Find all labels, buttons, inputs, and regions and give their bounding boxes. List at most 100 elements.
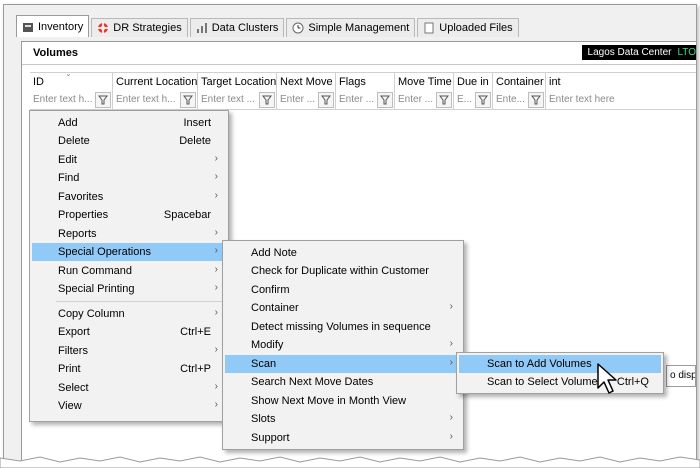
filter-icon[interactable] <box>259 92 275 108</box>
filter-icon[interactable] <box>475 92 491 108</box>
chevron-right-icon: › <box>449 338 453 349</box>
menu-item-label: Add Note <box>251 247 297 259</box>
tab-simple-management[interactable]: Simple Management <box>286 18 416 37</box>
menu-item-favorites[interactable]: Favorites › <box>32 188 226 206</box>
column-due-in[interactable]: Due in E... <box>454 73 493 109</box>
menu-item-print[interactable]: Print Ctrl+P <box>32 360 226 378</box>
column-header-label: Move Time <box>398 76 452 88</box>
menu-item-label: Special Operations <box>58 246 151 258</box>
chevron-right-icon: › <box>214 264 218 275</box>
tab-data-clusters[interactable]: Data Clusters <box>189 18 285 37</box>
menu-item-find[interactable]: Find › <box>32 169 226 187</box>
filter-icon[interactable] <box>95 92 111 108</box>
column-target-location[interactable]: Target Location Enter text ... <box>198 73 277 109</box>
column-header-label: Due in <box>457 76 489 88</box>
column-filter-input[interactable]: Ente... <box>496 94 525 105</box>
column-header-label: Target Location <box>201 76 277 88</box>
chevron-right-icon: › <box>214 245 218 256</box>
menu-item-delete[interactable]: Delete Delete <box>32 132 226 150</box>
filter-icon[interactable] <box>436 92 452 108</box>
menu-item-shortcut: Insert <box>183 117 211 129</box>
menu-item-slots[interactable]: Slots › <box>225 410 461 428</box>
torn-edge <box>0 456 700 468</box>
column-filter-input[interactable]: Enter ... <box>339 94 374 105</box>
bar-chart-icon <box>196 22 208 34</box>
menu-item-special-printing[interactable]: Special Printing › <box>32 280 226 298</box>
menu-item-edit[interactable]: Edit › <box>32 151 226 169</box>
menu-item-label: Scan to Add Volumes <box>487 358 592 370</box>
menu-item-scan-to-add[interactable]: Scan to Add Volumes <box>459 355 661 373</box>
menu-item-label: Modify <box>251 339 284 351</box>
menu-item-properties[interactable]: Properties Spacebar <box>32 206 226 224</box>
column-next-move[interactable]: Next Move Enter ... <box>277 73 336 109</box>
menu-item-label: Print <box>58 363 81 375</box>
menu-item-search-next-move[interactable]: Search Next Move Dates <box>225 373 461 391</box>
column-header-label: ID <box>33 76 44 88</box>
menu-item-label: Show Next Move in Month View <box>251 395 407 407</box>
column-move-time[interactable]: Move Time Enter ... <box>395 73 454 109</box>
menu-item-label: Add <box>58 117 78 129</box>
menu-item-run-command[interactable]: Run Command › <box>32 262 226 280</box>
menu-item-special-operations[interactable]: Special Operations › <box>32 243 226 261</box>
column-filter-input[interactable]: Enter text h... <box>33 94 92 105</box>
column-flags[interactable]: Flags Enter ... <box>336 73 395 109</box>
menu-item-show-next-move[interactable]: Show Next Move in Month View <box>225 392 461 410</box>
menu-item-scan-to-select[interactable]: Scan to Select Volumes Ctrl+Q <box>459 373 661 391</box>
column-current-location[interactable]: Current Location Enter text h... <box>113 73 198 109</box>
column-filter-input[interactable]: Enter ... <box>398 94 433 105</box>
menu-item-support[interactable]: Support › <box>225 429 461 447</box>
column-container[interactable]: Container Ente... <box>493 73 546 109</box>
menu-item-export[interactable]: Export Ctrl+E <box>32 323 226 341</box>
column-int[interactable]: int Enter text here <box>546 73 696 109</box>
menu-item-label: Delete <box>58 135 90 147</box>
menu-item-filters[interactable]: Filters › <box>32 342 226 360</box>
menu-item-container[interactable]: Container › <box>225 299 461 317</box>
column-header-label: Next Move <box>280 76 333 88</box>
menu-item-scan[interactable]: Scan › <box>225 355 461 373</box>
clock-icon <box>292 22 304 34</box>
data-center-label: Lagos Data Center <box>587 47 672 58</box>
menu-item-check-duplicate[interactable]: Check for Duplicate within Customer <box>225 262 461 280</box>
chevron-right-icon: › <box>214 153 218 164</box>
tab-dr-strategies[interactable]: DR Strategies <box>91 18 188 37</box>
tab-label: Data Clusters <box>211 22 279 34</box>
column-header-label: Current Location <box>116 76 198 88</box>
filter-icon[interactable] <box>318 92 334 108</box>
tab-bar: Inventory DR Strategies Data Clusters Si… <box>16 15 521 37</box>
menu-item-add-note[interactable]: Add Note <box>225 244 461 262</box>
filter-icon[interactable] <box>180 92 196 108</box>
menu-item-label: Copy Column <box>58 308 125 320</box>
menu-item-modify[interactable]: Modify › <box>225 336 461 354</box>
column-header-label: Container <box>496 76 544 88</box>
menu-item-label: Special Printing <box>58 283 135 295</box>
context-menu: Add Insert Delete Delete Edit › Find › Favor… <box>29 110 229 422</box>
column-filter-input[interactable]: Enter text h... <box>116 94 175 105</box>
filter-icon[interactable] <box>528 92 544 108</box>
tab-label: Uploaded Files <box>439 22 513 34</box>
menu-item-reports[interactable]: Reports › <box>32 225 226 243</box>
document-icon <box>423 22 435 34</box>
menu-item-label: Reports <box>58 228 97 240</box>
tab-inventory[interactable]: Inventory <box>16 15 90 37</box>
column-filter-input[interactable]: Enter text ... <box>201 94 255 105</box>
column-id[interactable]: ⌄ ID Enter text h... <box>30 69 113 109</box>
menu-item-copy-column[interactable]: Copy Column › <box>32 305 226 323</box>
chevron-right-icon: › <box>449 412 453 423</box>
chevron-right-icon: › <box>214 344 218 355</box>
tab-uploaded-files[interactable]: Uploaded Files <box>417 18 519 37</box>
mouse-pointer-icon <box>597 363 617 394</box>
menu-separator <box>56 301 224 302</box>
menu-item-label: Run Command <box>58 265 132 277</box>
column-filter-input[interactable]: Enter ... <box>280 94 315 105</box>
column-filter-input[interactable]: E... <box>457 94 472 105</box>
filter-icon[interactable] <box>377 92 393 108</box>
menu-item-view[interactable]: View › <box>32 397 226 415</box>
menu-item-select[interactable]: Select › <box>32 379 226 397</box>
menu-item-label: Edit <box>58 154 77 166</box>
menu-item-confirm[interactable]: Confirm <box>225 281 461 299</box>
menu-item-label: Check for Duplicate within Customer <box>251 265 429 277</box>
menu-item-add[interactable]: Add Insert <box>32 114 226 132</box>
column-filter-input[interactable]: Enter text here <box>549 94 615 105</box>
menu-item-detect-missing[interactable]: Detect missing Volumes in sequence <box>225 318 461 336</box>
chevron-right-icon: › <box>214 227 218 238</box>
